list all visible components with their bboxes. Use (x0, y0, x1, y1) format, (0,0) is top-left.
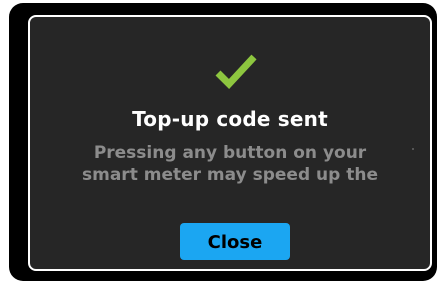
dialog-message-line: smart meter may speed up the (82, 165, 378, 185)
checkmark-icon (215, 54, 257, 90)
screen-speck (412, 148, 414, 150)
device-screen: Top-up code sent Pressing any button on … (9, 3, 437, 281)
dialog-message-line: Pressing any button on your (93, 143, 367, 163)
confirmation-dialog: Top-up code sent Pressing any button on … (28, 15, 432, 271)
close-button[interactable]: Close (180, 223, 290, 260)
dialog-title: Top-up code sent (132, 107, 328, 131)
dialog-message: Pressing any button on your smart meter … (30, 142, 430, 186)
